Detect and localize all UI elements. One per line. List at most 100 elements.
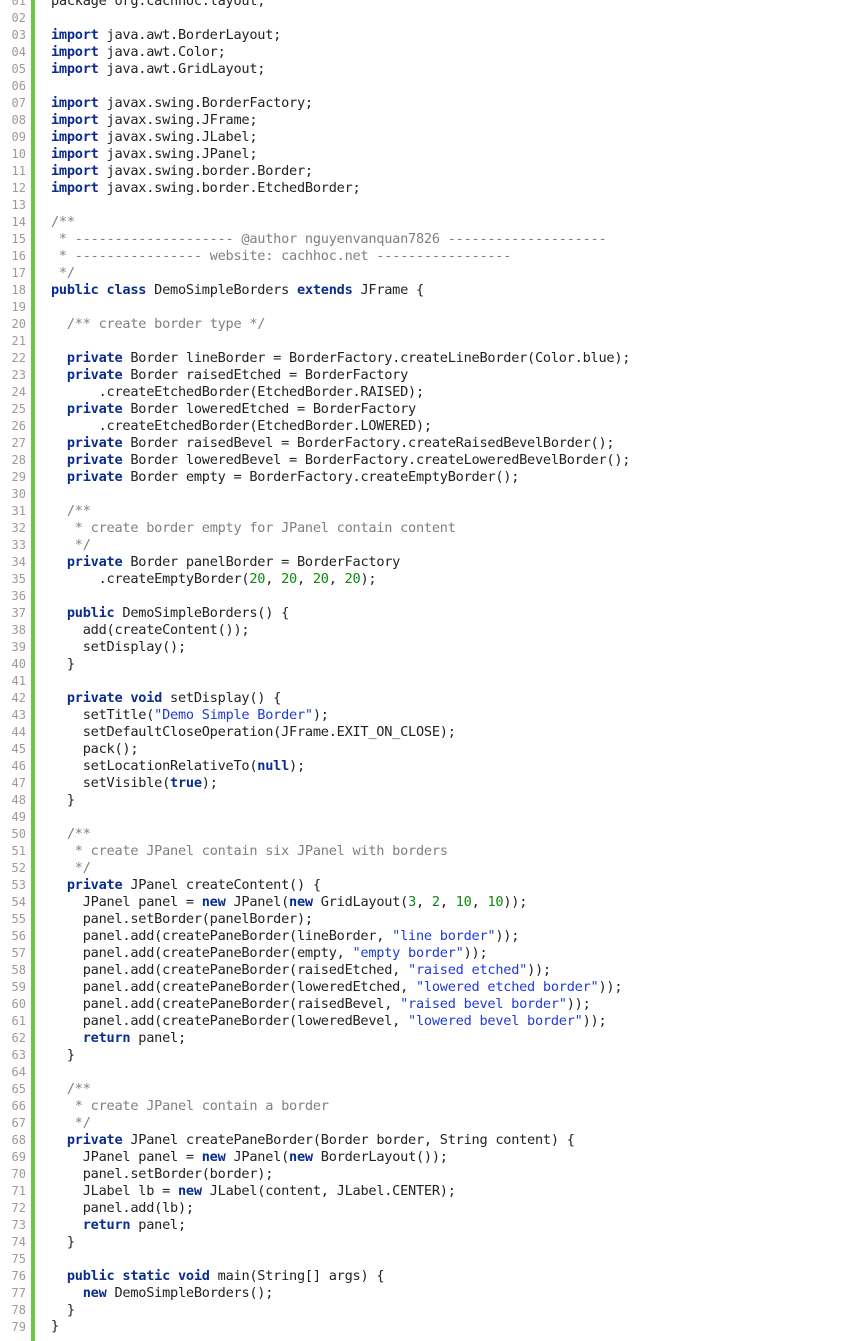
code-token: */ xyxy=(66,1115,91,1131)
code-line[interactable]: 07 import javax.swing.BorderFactory; xyxy=(0,95,853,112)
code-line[interactable]: 27 private Border raisedBevel = BorderFa… xyxy=(0,435,853,452)
code-lines[interactable]: 01 package org.cachhoc.layout; 02 03 import … xyxy=(0,0,853,1336)
code-line[interactable]: 63 } xyxy=(0,1047,853,1064)
code-line[interactable]: 74 } xyxy=(0,1234,853,1251)
code-token: panel.add(createPaneBorder(loweredBevel, xyxy=(51,1013,409,1029)
code-token: private xyxy=(66,452,123,468)
code-line[interactable]: 20 /** create border type */ xyxy=(0,316,853,333)
code-line[interactable]: 09 import javax.swing.JLabel; xyxy=(0,129,853,146)
code-line[interactable]: 47 setVisible(true); xyxy=(0,775,853,792)
code-line[interactable]: 26 .createEtchedBorder(EtchedBorder.LOWE… xyxy=(0,418,853,435)
code-line[interactable]: 28 private Border loweredBevel = BorderF… xyxy=(0,452,853,469)
code-line[interactable]: 48 } xyxy=(0,792,853,809)
code-line[interactable]: 22 private Border lineBorder = BorderFac… xyxy=(0,350,853,367)
code-line[interactable]: 37 public DemoSimpleBorders() { xyxy=(0,605,853,622)
code-editor[interactable]: 01 package org.cachhoc.layout; 02 03 import … xyxy=(0,0,853,1341)
code-line[interactable]: 43 setTitle("Demo Simple Border"); xyxy=(0,707,853,724)
code-line[interactable]: 25 private Border loweredEtched = Border… xyxy=(0,401,853,418)
code-line[interactable]: 14 /** xyxy=(0,214,853,231)
code-line[interactable]: 57 panel.add(createPaneBorder(empty, "em… xyxy=(0,945,853,962)
code-line[interactable]: 12 import javax.swing.border.EtchedBorder… xyxy=(0,180,853,197)
code-line[interactable]: 04 import java.awt.Color; xyxy=(0,44,853,61)
code-line[interactable]: 66 * create JPanel contain a border xyxy=(0,1098,853,1115)
code-line[interactable]: 31 /** xyxy=(0,503,853,520)
code-line[interactable]: 02 xyxy=(0,10,853,27)
code-line[interactable]: 75 xyxy=(0,1251,853,1268)
code-line[interactable]: 16 * ---------------- website: cachhoc.n… xyxy=(0,248,853,265)
code-line[interactable]: 70 panel.setBorder(border); xyxy=(0,1166,853,1183)
code-line[interactable]: 13 xyxy=(0,197,853,214)
code-line[interactable]: 35 .createEmptyBorder(20, 20, 20, 20); xyxy=(0,571,853,588)
code-line[interactable]: 32 * create border empty for JPanel cont… xyxy=(0,520,853,537)
code-line[interactable]: 65 /** xyxy=(0,1081,853,1098)
code-line[interactable]: 51 * create JPanel contain six JPanel wi… xyxy=(0,843,853,860)
code-line[interactable]: 59 panel.add(createPaneBorder(loweredEtc… xyxy=(0,979,853,996)
code-line[interactable]: 08 import javax.swing.JFrame; xyxy=(0,112,853,129)
code-line[interactable]: 05 import java.awt.GridLayout; xyxy=(0,61,853,78)
code-line[interactable]: 44 setDefaultCloseOperation(JFrame.EXIT_… xyxy=(0,724,853,741)
code-line[interactable]: 03 import java.awt.BorderLayout; xyxy=(0,27,853,44)
line-number: 38 xyxy=(11,623,26,637)
code-token: private xyxy=(66,350,123,366)
code-line[interactable]: 55 panel.setBorder(panelBorder); xyxy=(0,911,853,928)
code-line[interactable]: 60 panel.add(createPaneBorder(raisedBeve… xyxy=(0,996,853,1013)
code-line[interactable]: 49 xyxy=(0,809,853,826)
code-line[interactable]: 56 panel.add(createPaneBorder(lineBorder… xyxy=(0,928,853,945)
code-line[interactable]: 67 */ xyxy=(0,1115,853,1132)
code-line[interactable]: 41 xyxy=(0,673,853,690)
code-line[interactable]: 40 } xyxy=(0,656,853,673)
code-line[interactable]: 50 /** xyxy=(0,826,853,843)
code-line[interactable]: 10 import javax.swing.JPanel; xyxy=(0,146,853,163)
code-text: private Border lineBorder = BorderFactor… xyxy=(51,350,631,367)
line-number: 74 xyxy=(11,1235,26,1249)
code-token: private xyxy=(66,469,123,485)
code-line[interactable]: 11 import javax.swing.border.Border; xyxy=(0,163,853,180)
code-line[interactable]: 77 new DemoSimpleBorders(); xyxy=(0,1285,853,1302)
code-line[interactable]: 42 private void setDisplay() { xyxy=(0,690,853,707)
code-line[interactable]: 46 setLocationRelativeTo(null); xyxy=(0,758,853,775)
code-line[interactable]: 24 .createEtchedBorder(EtchedBorder.RAIS… xyxy=(0,384,853,401)
code-line[interactable]: 71 JLabel lb = new JLabel(content, JLabe… xyxy=(0,1183,853,1200)
code-text: */ xyxy=(51,537,91,554)
code-line[interactable]: 23 private Border raisedEtched = BorderF… xyxy=(0,367,853,384)
code-line[interactable]: 76 public static void main(String[] args… xyxy=(0,1268,853,1285)
code-line[interactable]: 19 xyxy=(0,299,853,316)
code-line[interactable]: 34 private Border panelBorder = BorderFa… xyxy=(0,554,853,571)
code-line[interactable]: 72 panel.add(lb); xyxy=(0,1200,853,1217)
code-line[interactable]: 64 xyxy=(0,1064,853,1081)
code-line[interactable]: 69 JPanel panel = new JPanel(new BorderL… xyxy=(0,1149,853,1166)
code-line[interactable]: 18 public class DemoSimpleBorders extends… xyxy=(0,282,853,299)
code-line[interactable]: 06 xyxy=(0,78,853,95)
code-line[interactable]: 29 private Border empty = BorderFactory.… xyxy=(0,469,853,486)
code-line[interactable]: 52 */ xyxy=(0,860,853,877)
code-line[interactable]: 30 xyxy=(0,486,853,503)
code-line[interactable]: 68 private JPanel createPaneBorder(Borde… xyxy=(0,1132,853,1149)
code-line[interactable]: 36 xyxy=(0,588,853,605)
code-text: pack(); xyxy=(51,741,139,758)
code-line[interactable]: 33 */ xyxy=(0,537,853,554)
code-line[interactable]: 01 package org.cachhoc.layout; xyxy=(0,0,853,10)
code-line[interactable]: 73 return panel; xyxy=(0,1217,853,1234)
code-line[interactable]: 79 xyxy=(0,1319,853,1336)
code-line[interactable]: 78 } xyxy=(0,1302,853,1319)
code-line[interactable]: 54 JPanel panel = new JPanel(new GridLay… xyxy=(0,894,853,911)
code-line[interactable]: 62 return panel; xyxy=(0,1030,853,1047)
code-token: JPanel panel = xyxy=(51,1149,202,1165)
code-line[interactable]: 58 panel.add(createPaneBorder(raisedEtch… xyxy=(0,962,853,979)
code-token: panel.setBorder(border); xyxy=(51,1166,274,1182)
line-number: 62 xyxy=(11,1031,26,1045)
code-line[interactable]: 17 */ xyxy=(0,265,853,282)
code-line[interactable]: 38 add(createContent()); xyxy=(0,622,853,639)
code-text: public static void main(String[] args) { xyxy=(51,1268,385,1285)
code-token: panel; xyxy=(130,1030,186,1046)
code-line[interactable]: 39 setDisplay(); xyxy=(0,639,853,656)
code-line[interactable]: 53 private JPanel createContent() { xyxy=(0,877,853,894)
code-line[interactable]: 45 pack(); xyxy=(0,741,853,758)
code-line[interactable]: 21 xyxy=(0,333,853,350)
code-line[interactable]: 15 * -------------------- @author nguyen… xyxy=(0,231,853,248)
code-token: */ xyxy=(66,537,91,553)
code-line[interactable]: 61 panel.add(createPaneBorder(loweredBev… xyxy=(0,1013,853,1030)
